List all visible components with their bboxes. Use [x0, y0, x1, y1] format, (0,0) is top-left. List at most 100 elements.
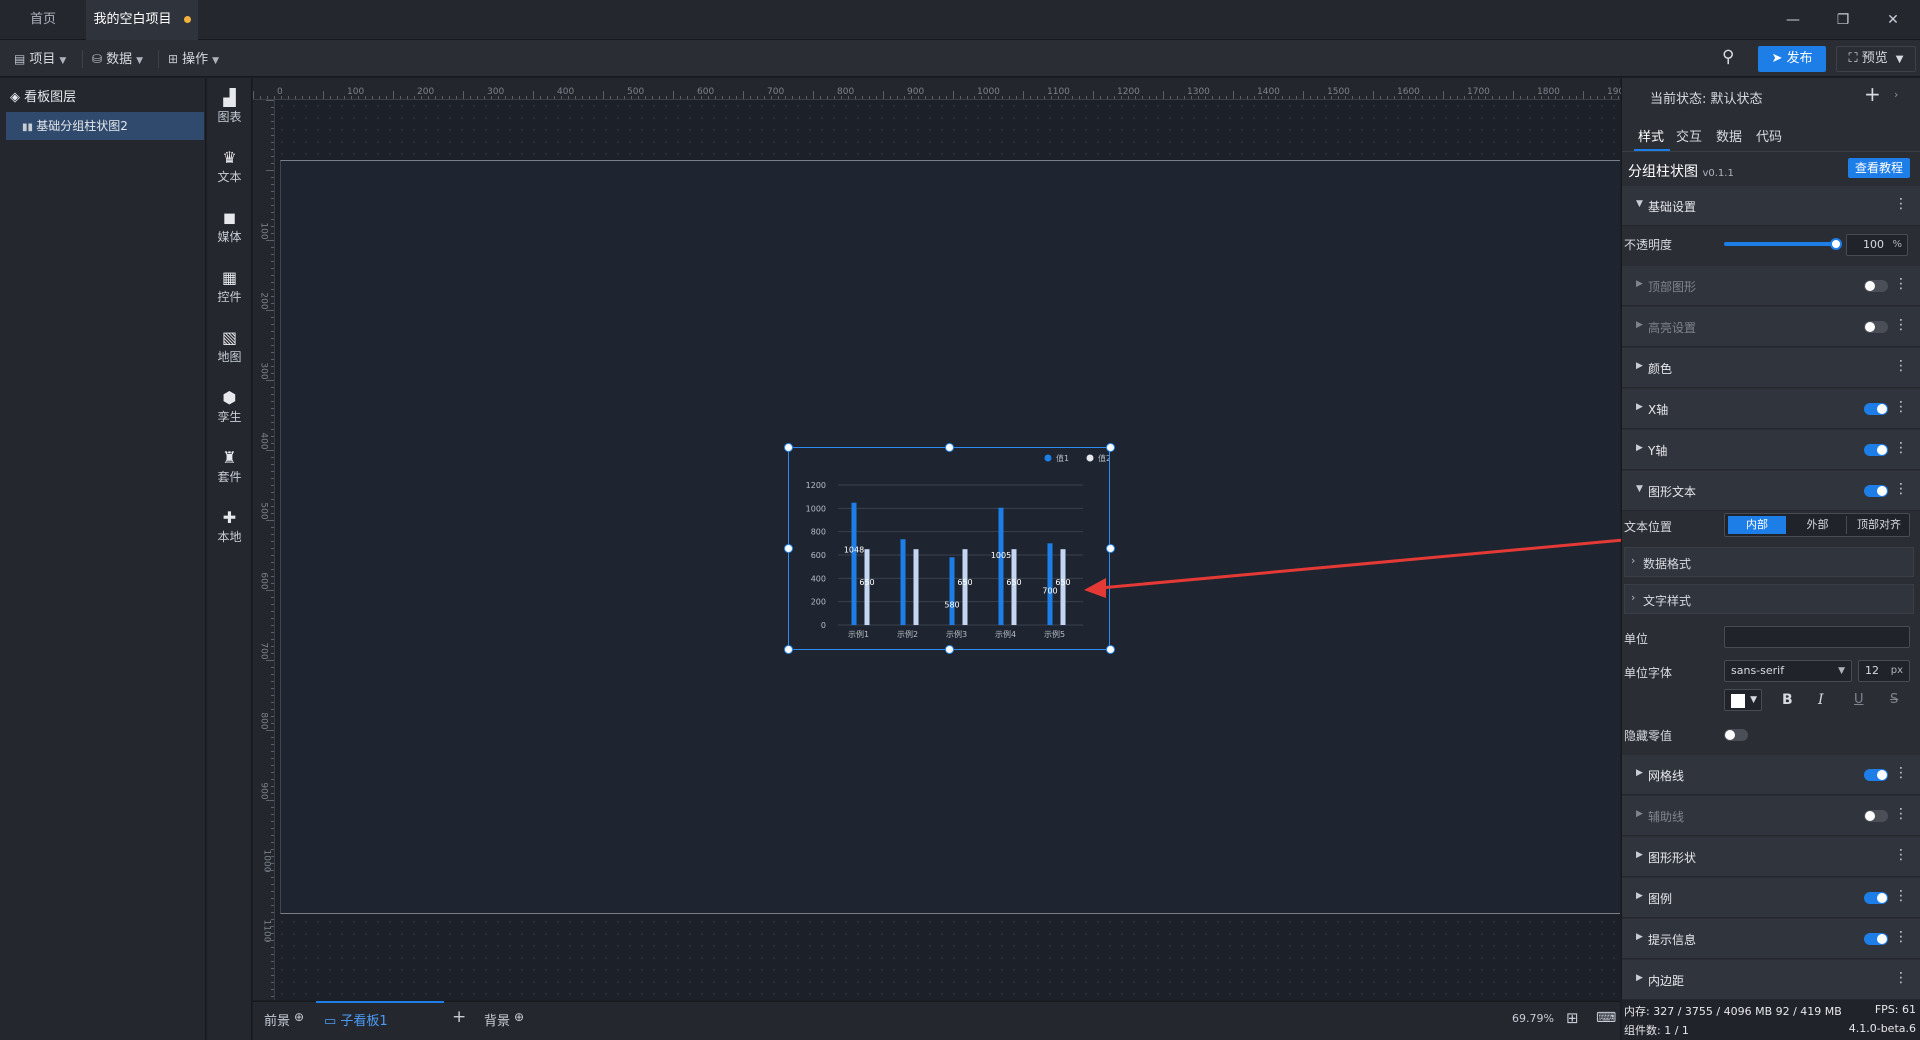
- section-panel-sections_top-1[interactable]: ▶ 顶部图形 ⋮: [1622, 266, 1920, 306]
- restore-icon[interactable]: ❐: [1830, 8, 1856, 32]
- resize-handle[interactable]: [784, 443, 793, 452]
- more-options-icon[interactable]: ⋮: [1894, 765, 1908, 781]
- section-panel-sections_top-6[interactable]: ▼ 图形文本 ⋮: [1622, 471, 1920, 511]
- section-panel-sections_top-5[interactable]: ▶ Y轴 ⋮: [1622, 430, 1920, 470]
- more-options-icon[interactable]: ⋮: [1894, 399, 1908, 415]
- fit-screen-icon[interactable]: ⊞: [1566, 1009, 1579, 1027]
- resize-handle[interactable]: [945, 443, 954, 452]
- italic-button[interactable]: I: [1818, 692, 1824, 708]
- tab-style[interactable]: 样式: [1638, 126, 1664, 145]
- section-toggle[interactable]: [1864, 485, 1888, 497]
- view-tutorial-button[interactable]: 查看教程: [1848, 158, 1910, 178]
- ruler-label: 100: [347, 87, 365, 97]
- section-toggle[interactable]: [1864, 280, 1888, 292]
- sub-section-data-format[interactable]: › 数据格式: [1624, 547, 1914, 577]
- tab-background[interactable]: 背景 ⊕: [484, 1010, 524, 1029]
- section-toggle[interactable]: [1864, 892, 1888, 904]
- zoom-level[interactable]: 69.79%: [1512, 1012, 1554, 1025]
- sub-section-text-style[interactable]: › 文字样式: [1624, 584, 1914, 614]
- resize-handle[interactable]: [1106, 645, 1115, 654]
- more-options-icon[interactable]: ⋮: [1894, 440, 1908, 456]
- section-panel-sections_bottom-1[interactable]: ▶ 辅助线 ⋮: [1622, 796, 1920, 836]
- opacity-input[interactable]: 100%: [1846, 234, 1908, 256]
- publish-button[interactable]: ➤ 发布: [1758, 46, 1826, 72]
- more-options-icon[interactable]: ⋮: [1894, 276, 1908, 292]
- search-icon[interactable]: ⚲: [1722, 47, 1734, 67]
- keyboard-icon[interactable]: ⌨: [1596, 1010, 1616, 1026]
- component-control[interactable]: ▦ 控件: [207, 268, 252, 305]
- more-options-icon[interactable]: ⋮: [1894, 481, 1908, 497]
- resize-handle[interactable]: [784, 544, 793, 553]
- resize-handle[interactable]: [1106, 443, 1115, 452]
- chevron-right-icon[interactable]: ›: [1894, 88, 1898, 101]
- opacity-slider-handle[interactable]: [1830, 238, 1842, 250]
- more-options-icon[interactable]: ⋮: [1894, 929, 1908, 945]
- tab-home[interactable]: 首页: [0, 0, 86, 40]
- unit-font-select[interactable]: sans-serif ▼: [1724, 660, 1852, 682]
- section-toggle[interactable]: [1864, 321, 1888, 333]
- option-top-align[interactable]: 顶部对齐: [1849, 516, 1909, 534]
- component-kit[interactable]: ♜ 套件: [207, 448, 252, 485]
- menu-data[interactable]: ⛁ 数据 ▼: [92, 48, 143, 70]
- resize-handle[interactable]: [784, 645, 793, 654]
- tab-foreground[interactable]: 前景 ⊕: [264, 1010, 304, 1029]
- section-toggle[interactable]: [1864, 933, 1888, 945]
- preview-button[interactable]: ⛶ 预览 ▼: [1836, 46, 1916, 72]
- section-toggle[interactable]: [1864, 403, 1888, 415]
- vertical-ruler[interactable]: 100 200 300 400 500 600 700 800 900 1000 1100: [253, 100, 275, 1000]
- resize-handle[interactable]: [945, 645, 954, 654]
- tab-interaction[interactable]: 交互: [1676, 126, 1702, 145]
- more-options-icon[interactable]: ⋮: [1894, 358, 1908, 374]
- layer-item[interactable]: ▮▮ 基础分组柱状图2: [6, 112, 204, 140]
- add-circle-icon[interactable]: ⊕: [514, 1010, 524, 1024]
- bold-button[interactable]: B: [1782, 692, 1793, 708]
- component-chart[interactable]: ▟ 图表: [207, 88, 252, 125]
- strikethrough-button[interactable]: S: [1890, 692, 1898, 707]
- unit-input[interactable]: [1724, 626, 1910, 648]
- option-inside[interactable]: 内部: [1728, 516, 1786, 534]
- section-toggle[interactable]: [1864, 810, 1888, 822]
- opacity-slider-track[interactable]: [1724, 242, 1836, 246]
- tab-code[interactable]: 代码: [1756, 126, 1782, 145]
- section-panel-sections_top-3[interactable]: ▶ 颜色 ⋮: [1622, 348, 1920, 388]
- component-local[interactable]: ✚ 本地: [207, 508, 252, 545]
- selection-box[interactable]: [788, 447, 1110, 650]
- close-icon[interactable]: ✕: [1880, 8, 1906, 32]
- add-state-icon[interactable]: +: [1864, 82, 1881, 106]
- menu-operation[interactable]: ⊞ 操作 ▼: [168, 48, 219, 70]
- more-options-icon[interactable]: ⋮: [1894, 196, 1908, 212]
- component-twin[interactable]: ⬢ 孪生: [207, 388, 252, 425]
- component-text[interactable]: ♛ 文本: [207, 148, 252, 185]
- section-panel-sections_bottom-4[interactable]: ▶ 提示信息 ⋮: [1622, 919, 1920, 959]
- font-color-picker[interactable]: ▼: [1724, 689, 1762, 711]
- more-options-icon[interactable]: ⋮: [1894, 847, 1908, 863]
- tab-data[interactable]: 数据: [1716, 126, 1742, 145]
- section-panel-sections_top-4[interactable]: ▶ X轴 ⋮: [1622, 389, 1920, 429]
- section-panel-sections_bottom-3[interactable]: ▶ 图例 ⋮: [1622, 878, 1920, 918]
- section-panel-sections_top-0[interactable]: ▼ 基础设置 ⋮: [1622, 186, 1920, 226]
- add-circle-icon[interactable]: ⊕: [294, 1010, 304, 1024]
- more-options-icon[interactable]: ⋮: [1894, 970, 1908, 986]
- hide-zero-toggle[interactable]: [1724, 729, 1748, 741]
- tab-subboard[interactable]: ▭ 子看板1: [324, 1010, 388, 1029]
- resize-handle[interactable]: [1106, 544, 1115, 553]
- section-panel-sections_bottom-5[interactable]: ▶ 内边距 ⋮: [1622, 960, 1920, 1000]
- minimize-icon[interactable]: —: [1780, 8, 1806, 32]
- horizontal-ruler[interactable]: 0 100 200 300 400 500 600 700 800 900 1000 1100 1200…: [253, 78, 1630, 100]
- section-toggle[interactable]: [1864, 769, 1888, 781]
- underline-button[interactable]: U: [1854, 692, 1864, 707]
- section-panel-sections_top-2[interactable]: ▶ 高亮设置 ⋮: [1622, 307, 1920, 347]
- more-options-icon[interactable]: ⋮: [1894, 806, 1908, 822]
- add-tab-icon[interactable]: +: [452, 1007, 466, 1027]
- more-options-icon[interactable]: ⋮: [1894, 317, 1908, 333]
- menu-project[interactable]: ▤ 项目 ▼: [14, 48, 66, 70]
- tab-project[interactable]: 我的空白项目: [86, 0, 198, 40]
- section-panel-sections_bottom-2[interactable]: ▶ 图形形状 ⋮: [1622, 837, 1920, 877]
- component-map[interactable]: ▧ 地图: [207, 328, 252, 365]
- more-options-icon[interactable]: ⋮: [1894, 888, 1908, 904]
- option-outside[interactable]: 外部: [1789, 516, 1847, 534]
- component-media[interactable]: ◼ 媒体: [207, 208, 252, 245]
- unit-font-size-input[interactable]: 12 px: [1858, 660, 1910, 682]
- section-panel-sections_bottom-0[interactable]: ▶ 网格线 ⋮: [1622, 755, 1920, 795]
- section-toggle[interactable]: [1864, 444, 1888, 456]
